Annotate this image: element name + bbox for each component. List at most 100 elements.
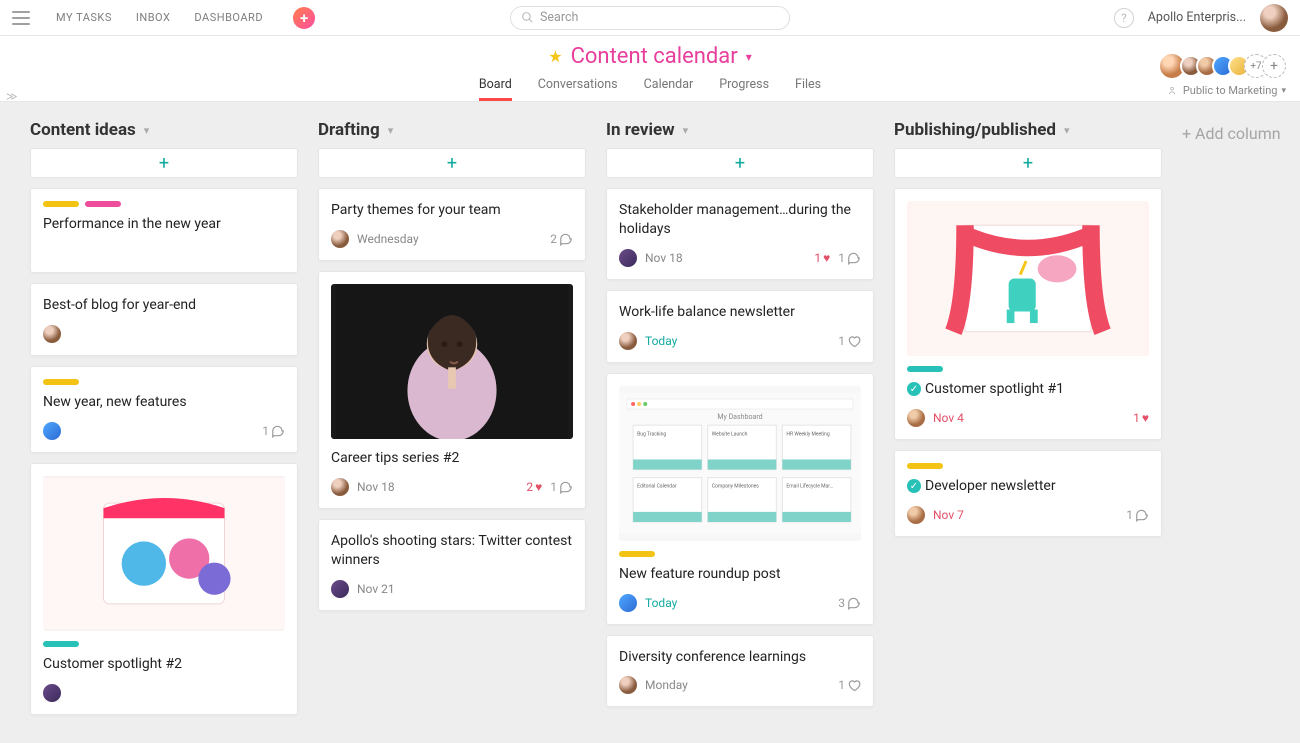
assignee-avatar bbox=[331, 580, 349, 598]
project-title[interactable]: Content calendar bbox=[571, 44, 738, 69]
add-card-button[interactable]: + bbox=[894, 148, 1162, 178]
tag-pill bbox=[43, 641, 79, 647]
due-date: Nov 21 bbox=[357, 582, 395, 596]
card-title: Best-of blog for year-end bbox=[43, 296, 285, 315]
top-nav: MY TASKS INBOX DASHBOARD bbox=[56, 11, 263, 24]
column-header[interactable]: In review ▾ bbox=[606, 120, 874, 140]
project-menu-caret[interactable]: ▾ bbox=[746, 50, 752, 64]
card-image bbox=[331, 284, 573, 439]
assignee-avatar bbox=[619, 249, 637, 267]
like-count: 1 ♥ bbox=[1133, 411, 1149, 425]
column-title: Content ideas bbox=[30, 120, 136, 140]
comment-count: 1 bbox=[838, 251, 861, 265]
task-card[interactable]: Best-of blog for year-end bbox=[30, 283, 298, 356]
column-header[interactable]: Content ideas ▾ bbox=[30, 120, 298, 140]
assignee-avatar bbox=[619, 676, 637, 694]
tag-pill bbox=[85, 201, 121, 207]
card-title: Apollo's shooting stars: Twitter contest… bbox=[331, 532, 573, 570]
task-card[interactable]: New year, new features 1 bbox=[30, 366, 298, 453]
tab-board[interactable]: Board bbox=[479, 77, 512, 101]
task-card[interactable]: Work-life balance newsletter Today 1 bbox=[606, 290, 874, 363]
column-header[interactable]: Drafting ▾ bbox=[318, 120, 586, 140]
tab-conversations[interactable]: Conversations bbox=[538, 77, 618, 101]
expand-sidebar-icon[interactable]: ≫ bbox=[6, 90, 18, 103]
svg-text:Company Milestones: Company Milestones bbox=[712, 483, 760, 489]
completed-check-icon: ✓ bbox=[907, 479, 921, 493]
due-date: Nov 18 bbox=[645, 251, 683, 265]
task-card[interactable]: Stakeholder management…during the holida… bbox=[606, 188, 874, 280]
comment-count: 1 bbox=[262, 424, 285, 438]
tab-progress[interactable]: Progress bbox=[719, 77, 769, 101]
svg-text:Bug Tracking: Bug Tracking bbox=[637, 431, 666, 437]
task-card[interactable]: ✓ Developer newsletter Nov 7 1 bbox=[894, 450, 1162, 537]
tag-pill bbox=[619, 551, 655, 557]
chevron-down-icon: ▾ bbox=[144, 124, 150, 137]
nav-inbox[interactable]: INBOX bbox=[136, 11, 171, 24]
card-title: Customer spotlight #1 bbox=[925, 380, 1064, 399]
card-title: Diversity conference learnings bbox=[619, 648, 861, 667]
due-date: Nov 4 bbox=[933, 411, 964, 425]
add-card-button[interactable]: + bbox=[606, 148, 874, 178]
column-title: In review bbox=[606, 120, 675, 140]
due-date: Wednesday bbox=[357, 232, 419, 246]
card-image bbox=[43, 476, 285, 631]
help-button[interactable]: ? bbox=[1114, 8, 1134, 28]
svg-text:HR Weekly Meeting: HR Weekly Meeting bbox=[786, 431, 829, 437]
task-card[interactable]: My Dashboard Bug Tracking Website Launch… bbox=[606, 373, 874, 625]
like-outline-count: 1 bbox=[838, 678, 861, 692]
nav-my-tasks[interactable]: MY TASKS bbox=[56, 11, 112, 24]
nav-dashboard[interactable]: DASHBOARD bbox=[194, 11, 263, 24]
task-card[interactable]: Apollo's shooting stars: Twitter contest… bbox=[318, 519, 586, 611]
assignee-avatar bbox=[43, 325, 61, 343]
add-card-button[interactable]: + bbox=[318, 148, 586, 178]
task-card[interactable]: Diversity conference learnings Monday 1 bbox=[606, 635, 874, 708]
assignee-avatar bbox=[619, 332, 637, 350]
task-card[interactable]: Party themes for your team Wednesday 2 bbox=[318, 188, 586, 261]
add-card-button[interactable]: + bbox=[30, 148, 298, 178]
add-column-button[interactable]: + Add column bbox=[1182, 120, 1281, 143]
tab-files[interactable]: Files bbox=[795, 77, 821, 101]
task-card[interactable]: Customer spotlight #2 bbox=[30, 463, 298, 715]
svg-text:My Dashboard: My Dashboard bbox=[717, 412, 762, 421]
task-card[interactable]: Performance in the new year bbox=[30, 188, 298, 273]
chevron-down-icon: ▾ bbox=[683, 124, 689, 137]
like-count: 1 ♥ bbox=[814, 251, 830, 265]
global-add-button[interactable]: + bbox=[293, 7, 315, 29]
comment-count: 2 bbox=[550, 232, 573, 246]
user-avatar[interactable] bbox=[1260, 4, 1288, 32]
completed-check-icon: ✓ bbox=[907, 382, 921, 396]
card-title: Customer spotlight #2 bbox=[43, 655, 285, 674]
task-card[interactable]: ✓ Customer spotlight #1 Nov 4 1 ♥ bbox=[894, 188, 1162, 440]
tab-calendar[interactable]: Calendar bbox=[644, 77, 694, 101]
project-header: ≫ ★ Content calendar ▾ Board Conversatio… bbox=[0, 36, 1300, 102]
card-image bbox=[907, 201, 1149, 356]
project-members: +7 + bbox=[1158, 52, 1286, 80]
assignee-avatar bbox=[907, 506, 925, 524]
column-content-ideas: Content ideas ▾ + Performance in the new… bbox=[30, 120, 298, 725]
tag-pill bbox=[907, 463, 943, 469]
task-card[interactable]: Career tips series #2 Nov 18 2 ♥ 1 bbox=[318, 271, 586, 509]
svg-text:Email Lifecycle Mar…: Email Lifecycle Mar… bbox=[786, 482, 833, 489]
project-privacy[interactable]: Public to Marketing ▾ bbox=[1168, 84, 1286, 97]
assignee-avatar bbox=[43, 684, 61, 702]
column-drafting: Drafting ▾ + Party themes for your team … bbox=[318, 120, 586, 621]
add-member-button[interactable]: + bbox=[1262, 54, 1286, 78]
star-icon[interactable]: ★ bbox=[548, 47, 562, 66]
menu-icon[interactable] bbox=[12, 11, 30, 25]
top-bar: MY TASKS INBOX DASHBOARD + Search ? Apol… bbox=[0, 0, 1300, 36]
board: Content ideas ▾ + Performance in the new… bbox=[0, 102, 1300, 743]
column-title: Drafting bbox=[318, 120, 380, 140]
column-in-review: In review ▾ + Stakeholder management…dur… bbox=[606, 120, 874, 717]
chevron-down-icon: ▾ bbox=[388, 124, 394, 137]
search-input[interactable]: Search bbox=[510, 6, 790, 30]
svg-text:Editorial Calendar: Editorial Calendar bbox=[637, 483, 677, 489]
card-title: Performance in the new year bbox=[43, 215, 285, 234]
assignee-avatar bbox=[907, 409, 925, 427]
column-header[interactable]: Publishing/published ▾ bbox=[894, 120, 1162, 140]
tag-pill bbox=[43, 201, 79, 207]
card-image: My Dashboard Bug Tracking Website Launch… bbox=[619, 386, 861, 541]
comment-count: 1 bbox=[1126, 508, 1149, 522]
card-title: Stakeholder management…during the holida… bbox=[619, 201, 861, 239]
assignee-avatar bbox=[619, 594, 637, 612]
workspace-switcher[interactable]: Apollo Enterpris... bbox=[1148, 10, 1246, 25]
